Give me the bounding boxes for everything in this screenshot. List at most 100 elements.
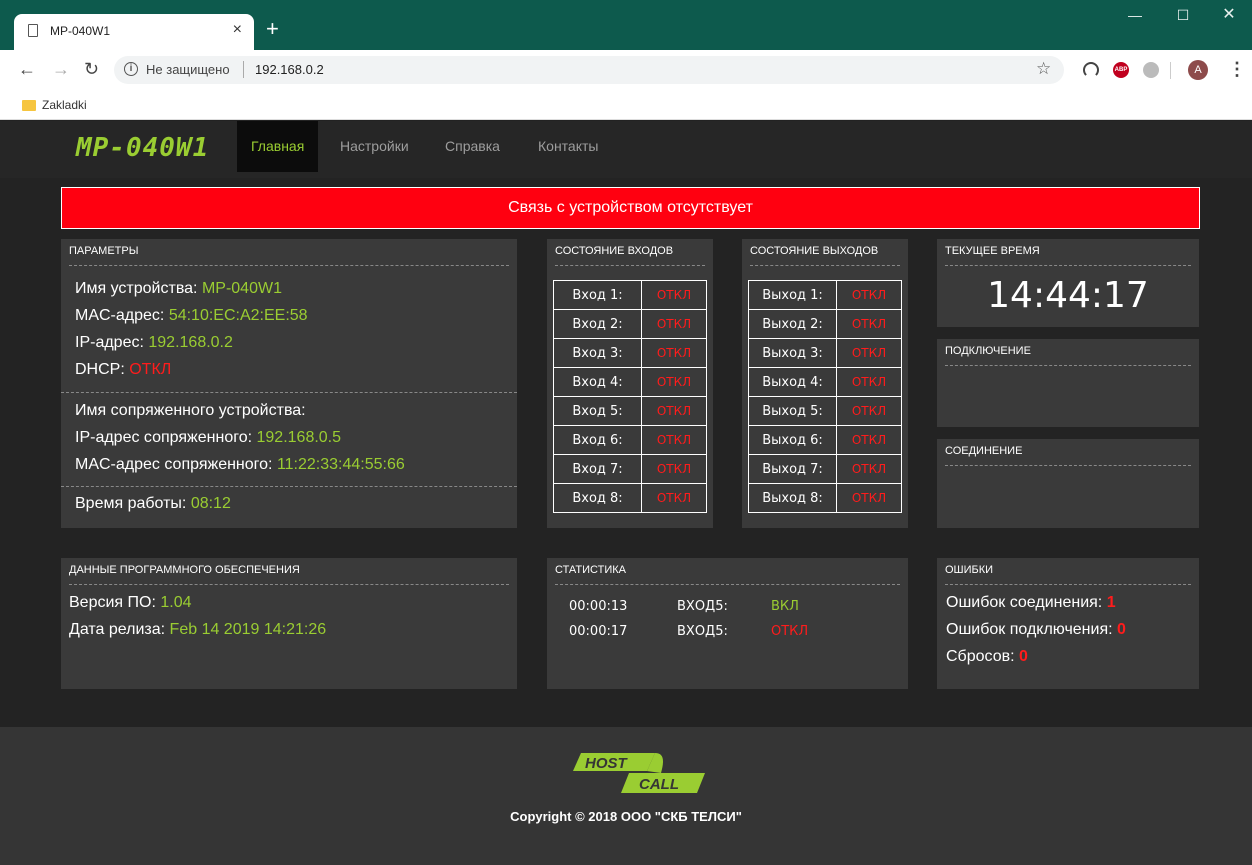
reload-icon[interactable]: ↻ <box>84 59 99 79</box>
adblock-extension-icon[interactable]: ABP <box>1113 62 1129 78</box>
kebab-menu-icon[interactable]: ⋮ <box>1228 58 1246 80</box>
output-state: ОТКЛ <box>836 367 902 397</box>
brand-logo[interactable]: MP-040W1 <box>76 133 209 163</box>
divider <box>61 486 517 487</box>
table-row: Вход 2: ОТКЛ <box>553 309 707 339</box>
paired-ip-value: 192.168.0.5 <box>256 429 342 446</box>
divider <box>61 392 517 393</box>
link-panel: СОЕДИНЕНИЕ <box>937 439 1199 528</box>
dhcp-label: DHCP: <box>75 361 125 378</box>
panel-title: ДАННЫЕ ПРОГРАММНОГО ОБЕСПЕЧЕНИЯ <box>69 564 509 585</box>
mac-row: MAC-адрес: 54:10:EC:A2:EE:58 <box>75 307 308 325</box>
input-state: ОТКЛ <box>641 338 707 368</box>
nav-help[interactable]: Справка <box>431 121 514 172</box>
panel-title: СОСТОЯНИЕ ВХОДОВ <box>555 245 705 266</box>
close-tab-icon[interactable]: × <box>233 21 242 39</box>
forward-arrow-icon[interactable]: → <box>52 59 70 79</box>
conn-errors-count: 0 <box>1117 621 1126 638</box>
table-row: Выход 5: ОТКЛ <box>748 396 902 426</box>
page-icon <box>28 24 38 37</box>
maximize-icon[interactable]: ☐ <box>1160 8 1206 22</box>
output-state: ОТКЛ <box>836 425 902 455</box>
table-row: Выход 4: ОТКЛ <box>748 367 902 397</box>
table-row: Вход 3: ОТКЛ <box>553 338 707 368</box>
release-row: Дата релиза: Feb 14 2019 14:21:26 <box>69 621 326 639</box>
address-bar[interactable]: i Не защищено 192.168.0.2 <box>114 56 1064 84</box>
nav-home[interactable]: Главная <box>237 121 319 172</box>
output-label: Выход 5: <box>748 396 837 426</box>
logo-text-call: CALL <box>639 776 679 793</box>
table-row: Выход 1: ОТКЛ <box>748 280 902 310</box>
stat-state: ВКЛ <box>771 599 799 614</box>
paired-ip-row: IP-адрес сопряженного: 192.168.0.5 <box>75 429 341 447</box>
input-state: ОТКЛ <box>641 280 707 310</box>
page-content: MP-040W1 Главная Настройки Справка Конта… <box>0 121 1252 865</box>
window-close-icon[interactable]: ✕ <box>1206 7 1252 23</box>
table-row: Выход 7: ОТКЛ <box>748 454 902 484</box>
input-state: ОТКЛ <box>641 454 707 484</box>
stat-event: ВХОД5: <box>677 599 728 614</box>
globe-extension-icon[interactable] <box>1143 62 1159 78</box>
input-label: Вход 3: <box>553 338 642 368</box>
device-name-row: Имя устройства: MP-040W1 <box>75 280 282 298</box>
paired-name-row: Имя сопряженного устройства: <box>75 402 306 420</box>
info-icon[interactable]: i <box>124 62 138 76</box>
outputs-table: Выход 1: ОТКЛ Выход 2: ОТКЛ Выход 3: ОТКЛ В… <box>748 280 902 513</box>
copyright-text: Copyright © 2018 ООО "СКБ ТЕЛСИ" <box>510 809 742 824</box>
paired-mac-value: 11:22:33:44:55:66 <box>276 456 405 473</box>
stat-row: 00:00:17 ВХОД5: ОТКЛ <box>569 624 808 639</box>
toolbar-divider <box>1170 62 1171 79</box>
paired-mac-label: MAC-адрес сопряженного: <box>75 456 273 473</box>
uptime-row: Время работы: 08:12 <box>75 495 231 513</box>
ip-row: IP-адрес: 192.168.0.2 <box>75 334 233 352</box>
input-label: Вход 8: <box>553 483 642 513</box>
output-label: Выход 7: <box>748 454 837 484</box>
panel-title: ТЕКУЩЕЕ ВРЕМЯ <box>945 245 1191 266</box>
new-tab-icon[interactable]: + <box>266 18 279 40</box>
stat-state: ОТКЛ <box>771 624 809 639</box>
device-name-label: Имя устройства: <box>75 280 198 297</box>
tab-title: MP-040W1 <box>50 24 111 38</box>
panel-title: ПАРАМЕТРЫ <box>69 245 509 266</box>
headphones-extension-icon[interactable] <box>1083 62 1099 78</box>
bookmark-star-icon[interactable]: ☆ <box>1036 59 1051 79</box>
table-row: Вход 1: ОТКЛ <box>553 280 707 310</box>
connection-panel: ПОДКЛЮЧЕНИЕ <box>937 339 1199 427</box>
statistics-panel: СТАТИСТИКА 00:00:13 ВХОД5: ВКЛ 00:00:17 … <box>547 558 908 689</box>
paired-ip-label: IP-адрес сопряженного: <box>75 429 253 446</box>
security-status: Не защищено <box>146 62 230 77</box>
output-state: ОТКЛ <box>836 483 902 513</box>
outputs-panel: СОСТОЯНИЕ ВЫХОДОВ Выход 1: ОТКЛ Выход 2: О… <box>742 239 908 528</box>
stat-time: 00:00:17 <box>569 624 628 639</box>
inputs-table: Вход 1: ОТКЛ Вход 2: ОТКЛ Вход 3: ОТКЛ Вход… <box>553 280 707 513</box>
paired-mac-row: MAC-адрес сопряженного: 11:22:33:44:55:6… <box>75 456 405 474</box>
conn-errors-row: Ошибок подключения: 0 <box>946 621 1126 639</box>
panel-title: СОСТОЯНИЕ ВЫХОДОВ <box>750 245 900 266</box>
table-row: Выход 3: ОТКЛ <box>748 338 902 368</box>
stat-row: 00:00:13 ВХОД5: ВКЛ <box>569 599 799 614</box>
dhcp-row: DHCP: ОТКЛ <box>75 361 171 379</box>
output-label: Выход 2: <box>748 309 837 339</box>
folder-icon <box>22 100 36 111</box>
current-time-panel: ТЕКУЩЕЕ ВРЕМЯ 14:44:17 <box>937 239 1199 327</box>
browser-tab[interactable]: MP-040W1 × <box>14 14 254 50</box>
panel-title: СТАТИСТИКА <box>555 564 900 585</box>
table-row: Выход 2: ОТКЛ <box>748 309 902 339</box>
input-state: ОТКЛ <box>641 425 707 455</box>
bookmark-folder-zakladki[interactable]: Zakladki <box>42 98 87 112</box>
device-name-value: MP-040W1 <box>201 280 282 297</box>
nav-contacts[interactable]: Контакты <box>524 121 612 172</box>
release-value: Feb 14 2019 14:21:26 <box>169 621 327 638</box>
profile-avatar[interactable]: A <box>1188 60 1208 80</box>
stat-time: 00:00:13 <box>569 599 628 614</box>
nav-settings[interactable]: Настройки <box>326 121 423 172</box>
errors-panel: ОШИБКИ Ошибок соединения: 1 Ошибок подкл… <box>937 558 1199 689</box>
back-arrow-icon[interactable]: ← <box>18 59 36 79</box>
resets-count: 0 <box>1019 648 1028 665</box>
output-state: ОТКЛ <box>836 454 902 484</box>
url-divider <box>243 61 244 78</box>
input-state: ОТКЛ <box>641 483 707 513</box>
url-text[interactable]: 192.168.0.2 <box>255 62 324 77</box>
table-row: Выход 6: ОТКЛ <box>748 425 902 455</box>
minimize-icon[interactable]: — <box>1112 8 1158 22</box>
